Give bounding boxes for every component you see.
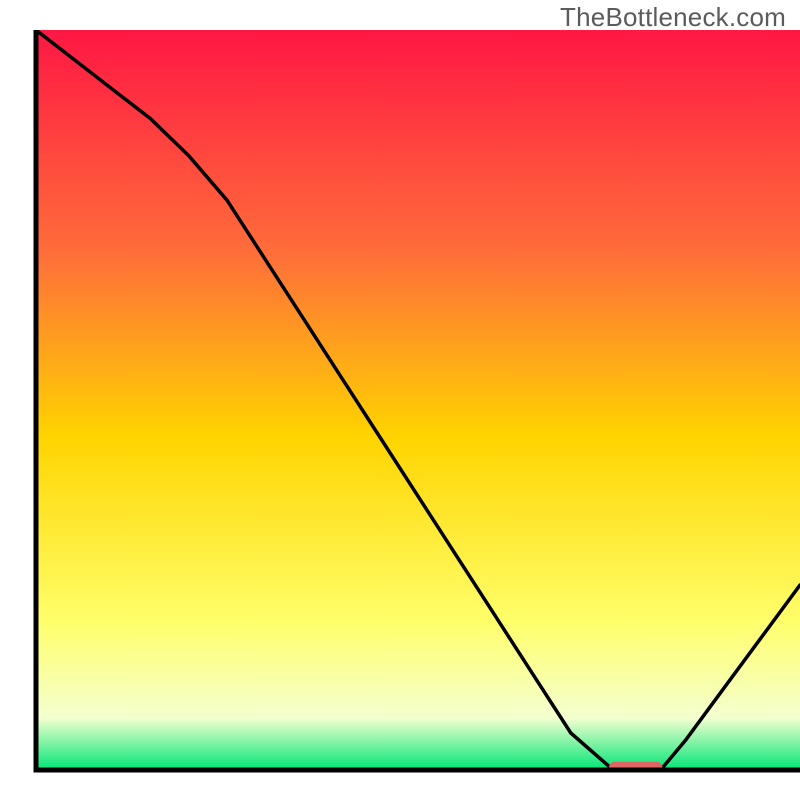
watermark-text: TheBottleneck.com — [560, 2, 786, 33]
gradient-background — [36, 30, 800, 770]
chart-svg — [0, 0, 800, 800]
chart-root: { "watermark": "TheBottleneck.com", "col… — [0, 0, 800, 800]
